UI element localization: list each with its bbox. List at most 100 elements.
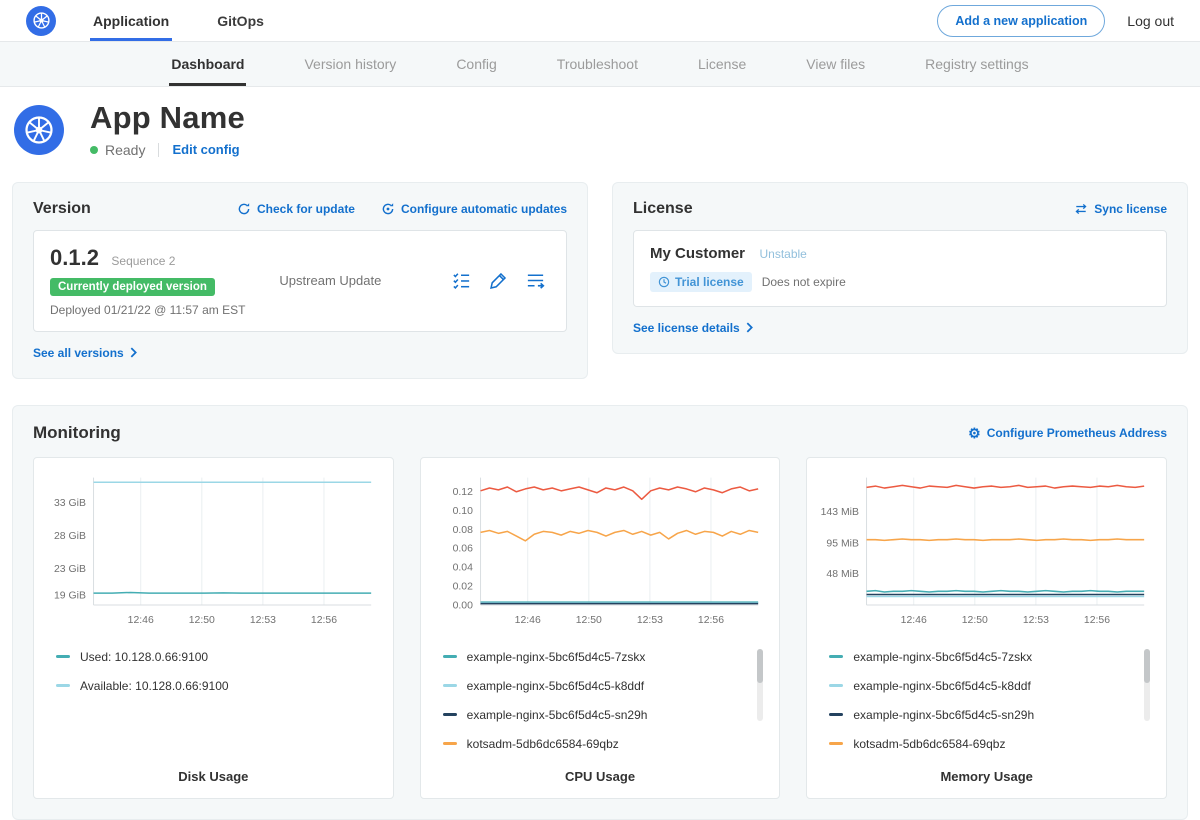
svg-text:0.10: 0.10 <box>452 506 473 517</box>
deployed-status-badge: Currently deployed version <box>50 278 215 296</box>
chart-card-cpu-usage: 12:4612:5012:5312:560.120.100.080.060.04… <box>420 457 781 800</box>
chart-plot-cpu-usage: 12:4612:5012:5312:560.120.100.080.060.04… <box>433 470 768 632</box>
legend-marker <box>56 684 70 687</box>
check-for-update-link[interactable]: Check for update <box>237 202 355 216</box>
deploy-logs-icon[interactable] <box>525 270 546 291</box>
legend-item: example-nginx-5bc6f5d4c5-7zskx <box>443 647 746 666</box>
trial-license-badge: Trial license <box>650 272 752 292</box>
legend-marker <box>829 742 843 745</box>
svg-text:12:56: 12:56 <box>698 615 724 626</box>
license-customer-row: My Customer Unstable <box>650 245 1150 263</box>
chart-title: Disk Usage <box>46 753 381 784</box>
svg-text:12:46: 12:46 <box>901 615 927 626</box>
check-for-update-label: Check for update <box>257 202 355 216</box>
subnav-tab-license[interactable]: License <box>696 42 748 86</box>
legend-scrollbar[interactable] <box>757 649 763 721</box>
legend-label: example-nginx-5bc6f5d4c5-7zskx <box>853 650 1032 664</box>
trial-license-label: Trial license <box>675 275 744 289</box>
svg-text:48 MiB: 48 MiB <box>827 569 860 580</box>
legend-scrollbar[interactable] <box>1144 649 1150 721</box>
legend-marker <box>443 655 457 658</box>
svg-text:12:50: 12:50 <box>575 615 601 626</box>
version-card-header: Version Check for update Configure autom… <box>33 200 567 218</box>
release-notes-icon[interactable] <box>451 270 472 291</box>
legend-item: kotsadm-5db6dc6584-69qbz <box>443 734 746 753</box>
edit-pen-icon[interactable] <box>488 270 509 291</box>
svg-text:0.00: 0.00 <box>452 600 473 611</box>
gear-icon: ⚙ <box>968 426 981 440</box>
legend-item: Used: 10.128.0.66:9100 <box>56 647 359 666</box>
sync-icon <box>1074 202 1088 216</box>
chart-legend-disk-usage: Used: 10.128.0.66:9100 Available: 10.128.… <box>46 647 381 695</box>
kubernetes-logo[interactable] <box>26 6 56 36</box>
legend-item: example-nginx-5bc6f5d4c5-k8ddf <box>443 676 746 695</box>
legend-marker <box>829 684 843 687</box>
legend-marker <box>443 742 457 745</box>
chart-plot-memory-usage: 12:4612:5012:5312:56143 MiB95 MiB48 MiB <box>819 470 1154 632</box>
subnav-tab-troubleshoot[interactable]: Troubleshoot <box>555 42 640 86</box>
legend-label: example-nginx-5bc6f5d4c5-sn29h <box>853 708 1034 722</box>
chart-card-memory-usage: 12:4612:5012:5312:56143 MiB95 MiB48 MiBe… <box>806 457 1167 800</box>
license-panel: My Customer Unstable Trial license Does … <box>633 230 1167 307</box>
nav-tab-gitops[interactable]: GitOps <box>214 0 267 41</box>
subnav-tab-config[interactable]: Config <box>454 42 498 86</box>
monitoring-header: Monitoring ⚙ Configure Prometheus Addres… <box>33 423 1167 443</box>
legend-item: example-nginx-5bc6f5d4c5-7zskx <box>829 647 1132 666</box>
current-version-panel: 0.1.2 Sequence 2 Currently deployed vers… <box>33 230 567 332</box>
legend-label: example-nginx-5bc6f5d4c5-k8ddf <box>467 679 644 693</box>
svg-text:0.04: 0.04 <box>452 562 473 573</box>
svg-text:12:53: 12:53 <box>250 615 276 626</box>
legend-scrollbar-thumb[interactable] <box>757 649 763 683</box>
see-all-versions-link[interactable]: See all versions <box>33 346 137 360</box>
edit-config-link[interactable]: Edit config <box>172 142 239 157</box>
subnav-tab-view-files[interactable]: View files <box>804 42 867 86</box>
version-card: Version Check for update Configure autom… <box>12 182 588 379</box>
nav-tab-application[interactable]: Application <box>90 0 172 41</box>
license-card-title: License <box>633 200 693 218</box>
app-status-label: Ready <box>105 142 145 158</box>
chart-title: CPU Usage <box>433 753 768 784</box>
app-subnav: Dashboard Version history Config Troublesho… <box>0 42 1200 87</box>
legend-marker <box>443 684 457 687</box>
legend-item: example-nginx-5bc6f5d4c5-sn29h <box>443 705 746 724</box>
see-all-versions-label: See all versions <box>33 346 124 360</box>
legend-item: example-nginx-5bc6f5d4c5-sn29h <box>829 705 1132 724</box>
logout-link[interactable]: Log out <box>1127 13 1174 29</box>
configure-prometheus-label: Configure Prometheus Address <box>987 426 1167 440</box>
subnav-tab-registry-settings[interactable]: Registry settings <box>923 42 1030 86</box>
svg-text:12:46: 12:46 <box>514 615 540 626</box>
chart-card-disk-usage: 12:4612:5012:5312:5633 GiB28 GiB23 GiB19… <box>33 457 394 800</box>
legend-item: kotsadm-5db6dc6584-69qbz <box>829 734 1132 753</box>
chart-legend-memory-usage: example-nginx-5bc6f5d4c5-7zskx example-ng… <box>819 647 1154 753</box>
app-header: App Name Ready Edit config <box>0 87 1200 172</box>
add-application-button[interactable]: Add a new application <box>937 5 1105 37</box>
version-card-title: Version <box>33 200 91 218</box>
navbar-left: Application GitOps <box>26 0 309 41</box>
legend-scrollbar-thumb[interactable] <box>1144 649 1150 683</box>
sync-license-link[interactable]: Sync license <box>1074 202 1167 216</box>
version-actions <box>451 270 550 291</box>
configure-automatic-updates-link[interactable]: Configure automatic updates <box>381 202 567 216</box>
helm-wheel-icon <box>23 114 55 146</box>
svg-text:33 GiB: 33 GiB <box>54 498 86 509</box>
auto-update-icon <box>381 202 395 216</box>
configure-prometheus-link[interactable]: ⚙ Configure Prometheus Address <box>968 426 1167 440</box>
legend-marker <box>829 713 843 716</box>
license-expiry: Does not expire <box>762 275 846 289</box>
chevron-right-icon <box>746 322 753 333</box>
see-license-details-link[interactable]: See license details <box>633 321 753 335</box>
svg-text:0.12: 0.12 <box>452 487 473 498</box>
chevron-right-icon <box>130 347 137 358</box>
subnav-tabs: Dashboard Version history Config Troublesho… <box>0 42 1200 86</box>
monitoring-section: Monitoring ⚙ Configure Prometheus Addres… <box>12 405 1188 820</box>
legend-label: kotsadm-5db6dc6584-69qbz <box>467 737 619 751</box>
subnav-tab-dashboard[interactable]: Dashboard <box>169 42 246 86</box>
legend-item: Available: 10.128.0.66:9100 <box>56 676 359 695</box>
svg-text:19 GiB: 19 GiB <box>54 590 86 601</box>
subnav-tab-version-history[interactable]: Version history <box>302 42 398 86</box>
legend-label: example-nginx-5bc6f5d4c5-sn29h <box>467 708 648 722</box>
legend-label: Used: 10.128.0.66:9100 <box>80 650 208 664</box>
ready-status-dot <box>90 146 98 154</box>
svg-text:12:50: 12:50 <box>962 615 988 626</box>
license-card: License Sync license My Customer Unstabl… <box>612 182 1188 354</box>
